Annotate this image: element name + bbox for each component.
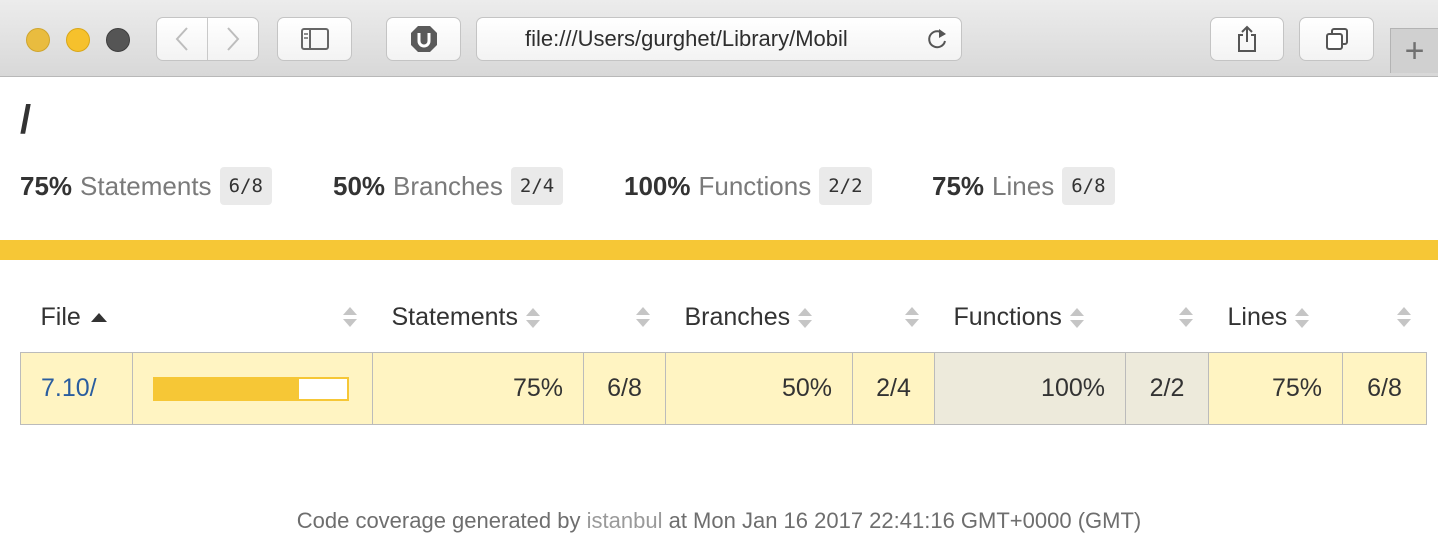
branches-pct-cell: 50% (665, 352, 853, 425)
address-bar[interactable]: file:///Users/gurghet/Library/Mobil (476, 17, 962, 61)
footer-prefix: Code coverage generated by (296, 508, 581, 533)
summary-functions: 100% Functions 2/2 (624, 166, 872, 206)
footer-suffix: at Mon Jan 16 2017 22:41:16 GMT+0000 (GM… (668, 508, 1142, 533)
summary-label: Lines (992, 170, 1055, 201)
summary-pct: 50% (333, 170, 386, 201)
statements-fraction-cell: 6/8 (583, 352, 666, 425)
coverage-table: File Statements Branches Functions Lines (20, 282, 1427, 425)
column-header-functions-raw[interactable] (1126, 282, 1209, 353)
file-cell: 7.10/ (20, 352, 133, 425)
minimize-window-button[interactable] (66, 28, 90, 52)
summary-pct: 75% (932, 170, 985, 201)
sort-icon (904, 306, 919, 328)
column-header-label: Functions (953, 302, 1062, 331)
browser-toolbar: file:///Users/gurghet/Library/Mobil + (0, 0, 1438, 77)
table-header-row: File Statements Branches Functions Lines (21, 282, 1427, 353)
summary-fraction-badge: 6/8 (219, 167, 272, 205)
sort-icon (525, 307, 540, 329)
column-header-label: Lines (1227, 302, 1288, 331)
column-header-functions[interactable]: Functions (935, 282, 1126, 353)
column-header-branches[interactable]: Branches (666, 282, 853, 353)
sort-icon (635, 306, 650, 328)
show-tabs-button[interactable] (1299, 17, 1374, 61)
column-header-branches-raw[interactable] (853, 282, 935, 353)
column-header-statements[interactable]: Statements (373, 282, 584, 353)
sort-icon (1396, 306, 1411, 328)
summary-label: Statements (80, 170, 212, 201)
chevron-right-icon (227, 27, 240, 51)
sort-ascending-icon (90, 313, 107, 323)
branches-fraction-cell: 2/4 (852, 352, 935, 425)
summary-label: Branches (393, 170, 503, 201)
summary-fraction-badge: 6/8 (1062, 167, 1115, 205)
column-header-lines-raw[interactable] (1343, 282, 1427, 353)
page-title: / (20, 98, 32, 142)
column-header-file-bar[interactable] (133, 282, 373, 353)
summary-statements: 75% Statements 6/8 (20, 166, 272, 206)
coverage-bar-cell (132, 352, 373, 425)
zoom-window-button[interactable] (106, 28, 130, 52)
summary-label: Functions (698, 170, 812, 201)
sidebar-icon (300, 28, 329, 50)
share-icon (1238, 25, 1256, 52)
column-header-label: File (40, 302, 81, 331)
summary-pct: 100% (624, 170, 691, 201)
sidebar-toggle-button[interactable] (277, 17, 352, 61)
sort-icon (1178, 306, 1193, 328)
chevron-left-icon (175, 27, 188, 51)
statements-pct-cell: 75% (372, 352, 584, 425)
column-header-label: Branches (684, 302, 791, 331)
summary-branches: 50% Branches 2/4 (333, 166, 564, 206)
reload-icon[interactable] (925, 26, 949, 52)
functions-fraction-cell: 2/2 (1125, 352, 1209, 425)
coverage-bar (153, 376, 349, 401)
istanbul-link[interactable]: istanbul (587, 508, 663, 533)
lines-pct-cell: 75% (1208, 352, 1343, 425)
forward-button[interactable] (207, 18, 258, 60)
footer: Code coverage generated by istanbul at M… (0, 508, 1438, 534)
back-button[interactable] (157, 18, 207, 60)
sort-icon (798, 307, 813, 329)
summary-fraction-badge: 2/2 (819, 167, 872, 205)
coverage-bar-fill (155, 378, 299, 399)
sort-icon (1295, 307, 1310, 329)
file-link[interactable]: 7.10/ (41, 374, 97, 402)
plus-icon: + (1404, 31, 1425, 70)
share-button[interactable] (1210, 17, 1284, 61)
column-header-statements-raw[interactable] (584, 282, 666, 353)
address-text: file:///Users/gurghet/Library/Mobil (525, 26, 848, 51)
extension-button[interactable] (386, 17, 461, 61)
sort-icon (342, 306, 357, 328)
column-header-lines[interactable]: Lines (1209, 282, 1343, 353)
table-row: 7.10/ 75% 6/8 50% 2/4 100% 2/2 75% 6/8 (20, 352, 1427, 425)
navigation-buttons (156, 17, 259, 61)
new-tab-button[interactable]: + (1390, 28, 1438, 73)
summary-pct: 75% (20, 170, 73, 201)
sort-icon (1069, 307, 1084, 329)
coverage-status-bar (0, 240, 1438, 260)
summary-lines: 75% Lines 6/8 (932, 166, 1115, 206)
column-header-file[interactable]: File (21, 282, 133, 353)
summary-fraction-badge: 2/4 (510, 167, 564, 205)
column-header-label: Statements (391, 302, 518, 331)
extension-u-icon (410, 26, 437, 52)
functions-pct-cell: 100% (934, 352, 1126, 425)
lines-fraction-cell: 6/8 (1342, 352, 1427, 425)
close-window-button[interactable] (26, 28, 50, 52)
tabs-overview-icon (1325, 28, 1348, 50)
